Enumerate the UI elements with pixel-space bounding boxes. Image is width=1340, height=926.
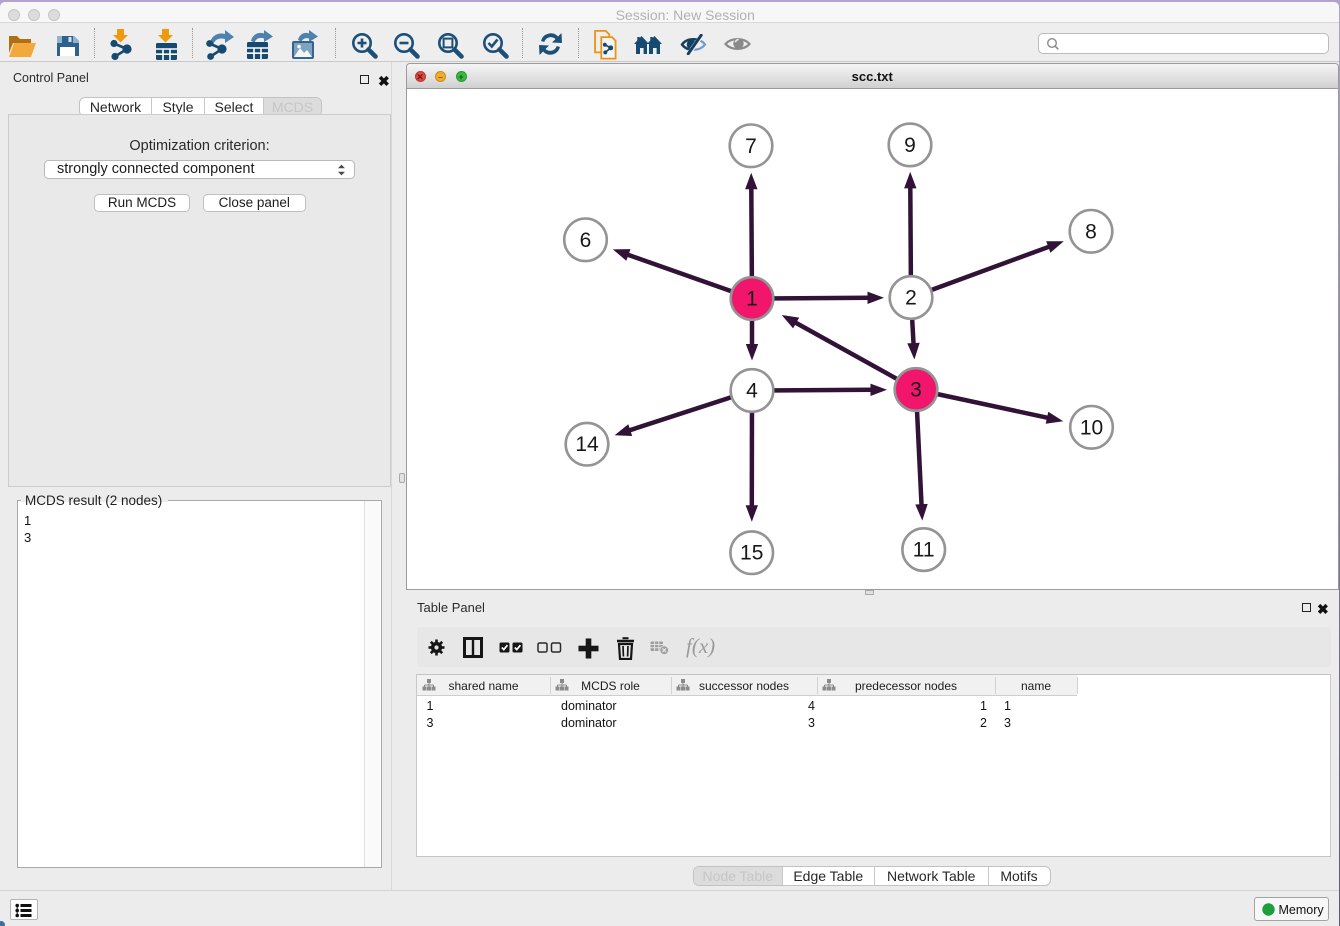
svg-text:9: 9 xyxy=(904,134,916,157)
svg-text:6: 6 xyxy=(580,229,592,252)
svg-text:7: 7 xyxy=(745,135,757,158)
svg-text:1: 1 xyxy=(746,288,758,311)
svg-text:4: 4 xyxy=(746,380,758,403)
svg-text:3: 3 xyxy=(910,379,922,402)
svg-text:14: 14 xyxy=(575,433,599,456)
svg-text:11: 11 xyxy=(913,539,935,562)
svg-text:8: 8 xyxy=(1085,220,1097,243)
svg-text:2: 2 xyxy=(905,287,917,310)
svg-text:10: 10 xyxy=(1080,416,1103,439)
svg-text:15: 15 xyxy=(740,542,763,565)
